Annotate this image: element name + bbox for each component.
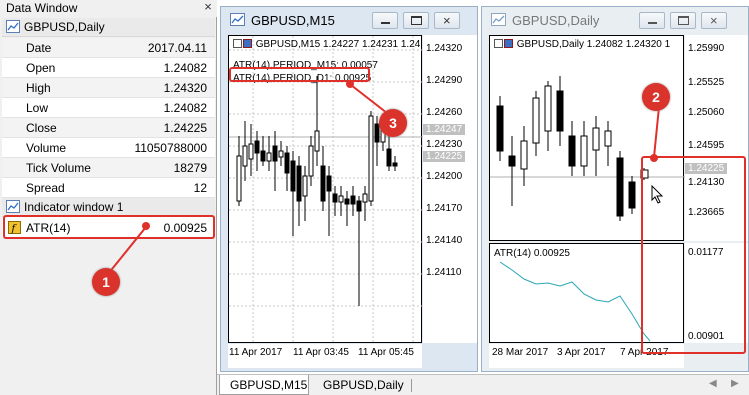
price-label: 1.25525	[688, 77, 725, 88]
candles	[496, 76, 649, 221]
callout-line	[653, 106, 660, 158]
price-axis: 1.24320 1.24290 1.24260 1.24247 1.24230 …	[423, 35, 477, 343]
date-label: 11 Apr 03:45	[293, 347, 349, 358]
chart-tabs-bar: GBPUSD,M15 GBPUSD,Daily ◀ ▶	[217, 374, 749, 395]
data-window-title: Data Window	[0, 0, 217, 17]
close-icon[interactable]: ×	[201, 0, 215, 14]
price-label: 1.24260	[426, 107, 463, 118]
price-label: 1.24200	[426, 171, 463, 182]
indicator-label: ATR(14) 0.00925	[494, 248, 570, 259]
window-titlebar[interactable]: GBPUSD,M15 ×	[221, 7, 477, 33]
row-label: Date	[26, 41, 52, 55]
chart-header-line: GBPUSD,M15 1.24227 1.24231 1.24	[233, 39, 420, 50]
date-label: 28 Mar 2017	[492, 347, 549, 358]
chart-window-daily[interactable]: GBPUSD,Daily × GBPUSD,Daily 1.24082 1.24…	[481, 6, 749, 372]
row-label: High	[26, 81, 51, 95]
symbol-group-header[interactable]: GBPUSD,Daily	[2, 18, 215, 37]
price-label: 1.24170	[426, 203, 463, 214]
tab-separator	[411, 379, 412, 392]
row-value: 18279	[173, 161, 207, 175]
chart-icon	[230, 13, 245, 26]
toolbar-icons	[494, 39, 513, 48]
toolbar-icons	[233, 39, 252, 48]
chart-header-text: GBPUSD,M15 1.24227 1.24231 1.24	[255, 39, 421, 50]
chart-icon	[6, 200, 20, 213]
date-label: 11 Apr 05:45	[358, 347, 414, 358]
price-label: 1.24140	[426, 235, 463, 246]
date-label: 11 Apr 2017	[229, 347, 283, 358]
row-value: 1.24082	[163, 61, 207, 75]
data-row-tick-volume: Tick Volume 18279	[2, 158, 215, 178]
row-label: Volume	[26, 141, 67, 155]
row-label: Close	[26, 121, 57, 135]
row-value: 2017.04.11	[147, 41, 207, 55]
highlight-box-daily-candle	[641, 156, 746, 354]
row-label: Tick Volume	[26, 161, 91, 175]
symbol-group-label: GBPUSD,Daily	[24, 20, 105, 34]
chart-icon	[491, 13, 506, 26]
date-label: 3 Apr 2017	[557, 347, 606, 358]
row-value: 1.24082	[163, 101, 207, 115]
data-row-low: Low 1.24082	[2, 98, 215, 118]
callout-badge-1: 1	[92, 268, 120, 296]
window-title: GBPUSD,M15	[251, 13, 335, 28]
minimize-button[interactable]	[372, 12, 398, 29]
close-button[interactable]: ×	[701, 12, 727, 29]
minimize-button[interactable]	[639, 12, 665, 29]
window-titlebar[interactable]: GBPUSD,Daily ×	[482, 7, 748, 33]
row-value: 11050788000	[134, 141, 207, 155]
close-icon: ×	[443, 13, 451, 28]
ask-price-tag: 1.24225	[423, 151, 466, 162]
data-row-volume: Volume 11050788000	[2, 138, 215, 158]
maximize-button[interactable]	[670, 12, 696, 29]
data-row-spread: Spread 12	[2, 178, 215, 198]
price-label: 1.24290	[426, 75, 463, 86]
chart-window-m15[interactable]: GBPUSD,M15 × GBPUSD,M15 1.24227 1.24231 …	[220, 6, 478, 372]
callout-badge-2: 2	[642, 83, 670, 111]
chart-header-text: GBPUSD,Daily 1.24082 1.24320 1	[516, 39, 671, 50]
row-value: 1.24225	[163, 121, 207, 135]
data-row-high: High 1.24320	[2, 78, 215, 98]
row-label: Spread	[26, 181, 65, 195]
price-label: 1.24595	[688, 140, 725, 151]
scroll-left-icon[interactable]: ◀	[709, 378, 717, 389]
maximize-button[interactable]	[403, 12, 429, 29]
price-label: 1.24230	[426, 139, 463, 150]
price-label: 1.24320	[426, 43, 463, 54]
close-button[interactable]: ×	[434, 12, 460, 29]
data-window-panel: Data Window × GBPUSD,Daily Date 2017.04.1…	[0, 0, 217, 395]
scroll-right-icon[interactable]: ▶	[731, 378, 739, 389]
tab-gbpusd-m15[interactable]: GBPUSD,M15	[219, 375, 309, 395]
data-row-open: Open 1.24082	[2, 58, 215, 78]
row-value: 1.24320	[163, 81, 207, 95]
chart-icon	[6, 20, 20, 33]
price-label: 1.25990	[688, 43, 725, 54]
row-label: Low	[26, 101, 49, 115]
bid-price-tag: 1.24247	[423, 124, 466, 135]
data-row-close: Close 1.24225	[2, 118, 215, 138]
time-axis: 11 Apr 2017 11 Apr 03:45 11 Apr 05:45	[228, 344, 422, 368]
indicator-group-label: Indicator window 1	[24, 200, 124, 214]
tab-gbpusd-daily[interactable]: GBPUSD,Daily	[313, 375, 409, 395]
price-label: 1.24110	[426, 267, 462, 278]
callout-badge-3: 3	[379, 109, 407, 137]
window-title: GBPUSD,Daily	[512, 13, 600, 28]
chart-header-line: GBPUSD,Daily 1.24082 1.24320 1	[494, 39, 670, 50]
close-icon: ×	[710, 13, 718, 28]
row-value: 12	[193, 181, 207, 195]
row-label: Open	[26, 61, 56, 75]
data-row-date: Date 2017.04.11	[2, 38, 215, 58]
price-label: 1.25060	[688, 107, 725, 118]
